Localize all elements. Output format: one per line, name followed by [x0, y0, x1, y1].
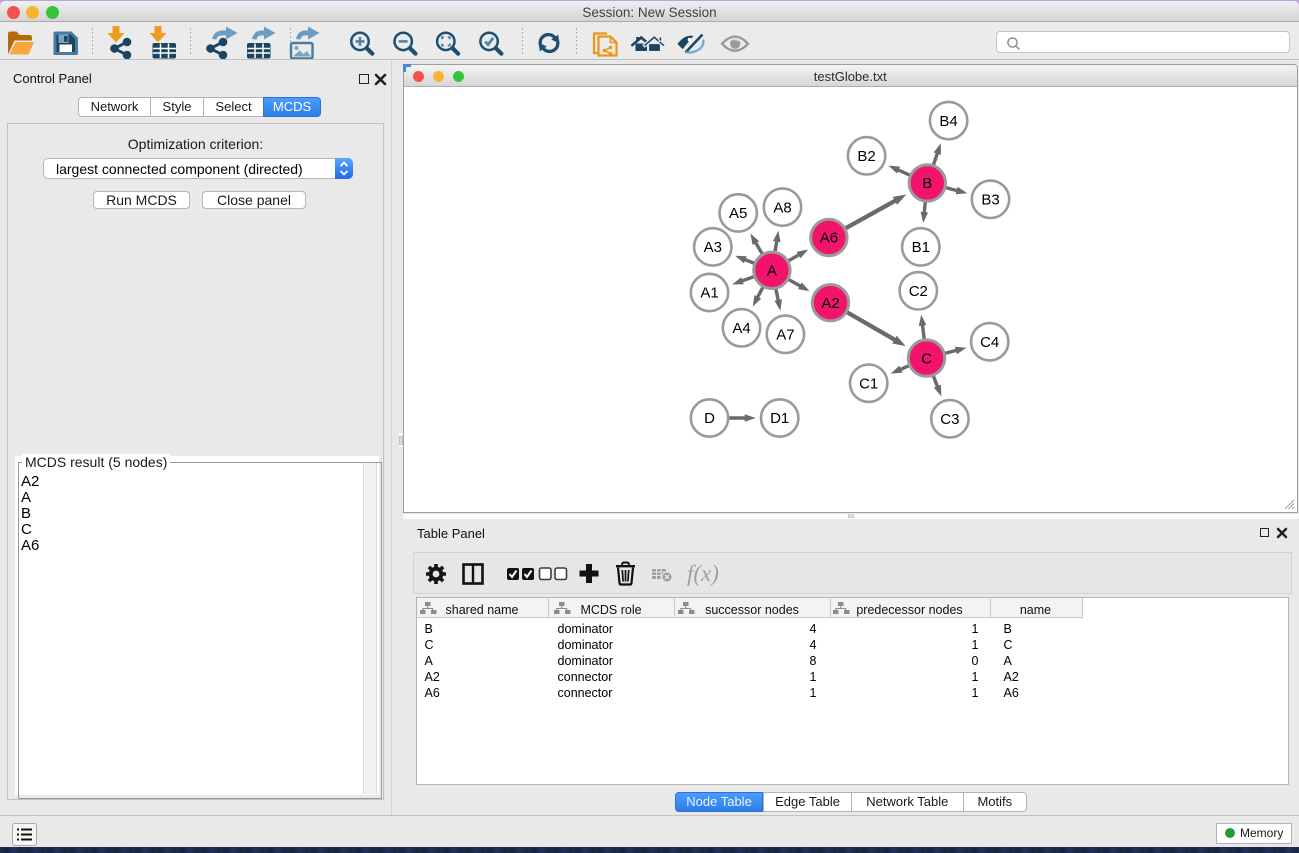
svg-text:C4: C4 — [980, 334, 999, 351]
svg-text:B4: B4 — [939, 113, 957, 130]
svg-text:D: D — [704, 410, 715, 427]
svg-text:A2: A2 — [821, 295, 839, 312]
svg-text:A5: A5 — [729, 205, 747, 222]
svg-text:A7: A7 — [776, 327, 794, 344]
svg-text:C3: C3 — [940, 411, 959, 428]
svg-text:C1: C1 — [859, 375, 878, 392]
svg-text:A: A — [767, 263, 777, 280]
svg-text:D1: D1 — [770, 410, 789, 427]
svg-text:A4: A4 — [732, 320, 750, 337]
svg-text:B: B — [922, 175, 932, 192]
svg-text:C: C — [921, 350, 932, 367]
svg-text:A6: A6 — [820, 230, 838, 247]
svg-text:A1: A1 — [700, 285, 718, 302]
svg-text:A3: A3 — [704, 239, 722, 256]
svg-text:C2: C2 — [909, 283, 928, 300]
svg-text:A8: A8 — [773, 199, 791, 216]
svg-text:B3: B3 — [981, 192, 999, 209]
svg-text:B1: B1 — [912, 239, 930, 256]
svg-text:f(x): f(x) — [687, 561, 719, 586]
svg-text:B2: B2 — [857, 148, 875, 165]
